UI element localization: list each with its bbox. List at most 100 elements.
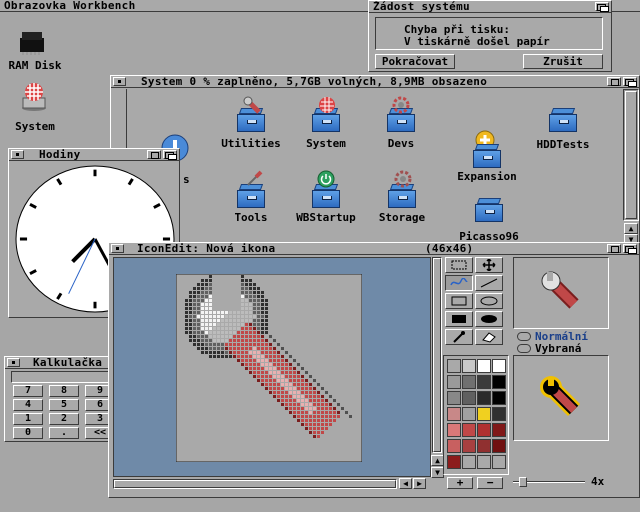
canvas-vertical-scrollbar[interactable] [432,257,442,453]
palette-swatch[interactable] [447,375,461,389]
close-gadget[interactable] [7,358,20,367]
depth-gadget[interactable] [623,77,637,87]
continue-button[interactable]: Pokračovat [375,54,455,69]
palette-swatch[interactable] [477,407,491,421]
system-window[interactable]: System 0 % zaplněno, 5,7GB volných, 8,9M… [110,75,640,247]
system-window-title-bar[interactable]: System 0 % zaplněno, 5,7GB volných, 8,9M… [111,76,639,88]
depth-gadget[interactable] [595,2,609,12]
desktop-icon-system[interactable]: System [2,82,68,133]
palette-swatch[interactable] [477,375,491,389]
cancel-button[interactable]: Zrušit [523,54,603,69]
palette-swatch[interactable] [492,375,506,389]
palette-swatch[interactable] [477,423,491,437]
scrollbar-knob[interactable] [433,258,441,452]
palette-swatch[interactable] [447,391,461,405]
zoom-gadget[interactable] [607,77,621,86]
calc-key[interactable]: 0 [13,427,43,439]
scroll-up-button[interactable]: ▲ [624,223,638,234]
selected-radio[interactable]: Vybraná [517,342,607,355]
depth-gadget[interactable] [163,150,177,160]
calc-key[interactable]: . [49,427,79,439]
palette-swatch[interactable] [462,439,476,453]
calc-key[interactable]: 2 [49,413,79,425]
system-request-window[interactable]: Žádost systému Chyba při tisku: V tiskár… [368,0,612,72]
palette-swatch[interactable] [492,439,506,453]
palette-swatch[interactable] [477,359,491,373]
vertical-scrollbar[interactable] [623,89,639,221]
tool-filled-rectangle[interactable] [445,311,473,327]
palette-swatch[interactable] [477,391,491,405]
normal-preview[interactable] [513,257,609,329]
tool-freehand[interactable] [445,275,473,291]
palette-swatch[interactable] [492,407,506,421]
tool-rectangle[interactable] [445,293,473,309]
slider-knob[interactable] [519,477,527,487]
canvas-horizontal-scrollbar[interactable] [113,479,397,489]
palette-swatch[interactable] [462,375,476,389]
tool-pipette[interactable] [445,329,473,345]
tool-move[interactable] [475,257,503,273]
clock-title-bar[interactable]: Hodiny [9,149,179,161]
scrollbar-knob[interactable] [625,91,637,219]
zoom-gadget[interactable] [607,244,621,253]
drawer-storage[interactable]: Storage [369,170,435,228]
drawer-expansion[interactable]: Expansion [447,128,527,186]
palette-swatch[interactable] [492,391,506,405]
icon-editing-canvas[interactable] [176,274,362,462]
palette-swatch[interactable] [462,391,476,405]
canvas-scroll-right-button[interactable]: ▶ [413,478,426,489]
canvas-pixel [201,279,204,282]
close-gadget[interactable] [11,150,24,159]
drawer-picasso96[interactable]: Picasso96 [451,192,527,244]
add-color-button[interactable]: + [447,477,473,489]
drawer-devs[interactable]: Devs [369,94,433,154]
palette-swatch[interactable] [462,359,476,373]
canvas-pixel [293,367,296,370]
desktop-icon-ram-disk[interactable]: RAM Disk [2,26,68,74]
request-title: Žádost systému [373,0,470,13]
palette-swatch[interactable] [447,407,461,421]
calc-key[interactable]: 7 [13,385,43,397]
scrollbar-knob[interactable] [114,480,396,488]
drawer-system[interactable]: System [291,94,361,154]
palette-swatch[interactable] [447,455,461,469]
zoom-gadget[interactable] [147,150,161,159]
tool-select-box[interactable] [445,257,473,273]
tool-line[interactable] [475,275,503,291]
tool-eraser[interactable] [475,329,503,345]
tool-ellipse[interactable] [475,293,503,309]
drawer-utilities[interactable]: Utilities [211,94,291,154]
calc-key[interactable]: 4 [13,399,43,411]
close-gadget[interactable] [113,77,126,86]
iconedit-window[interactable]: IconEdit: Nová ikona (46x46) ▲ ▼ ◀ ▶ + −… [108,242,640,498]
tool-filled-ellipse[interactable] [475,311,503,327]
canvas-pixel [201,315,204,318]
palette-swatch[interactable] [447,439,461,453]
palette-swatch[interactable] [447,423,461,437]
drawer-wbstartup[interactable]: WBStartup [287,170,365,228]
request-title-bar[interactable]: Žádost systému [369,1,611,13]
remove-color-button[interactable]: − [477,477,503,489]
palette-swatch[interactable] [462,407,476,421]
palette-swatch[interactable] [447,359,461,373]
drawer-tools[interactable]: Tools [219,170,283,228]
drawer-hddtests[interactable]: HDDTests [527,94,599,154]
palette-swatch[interactable] [462,455,476,469]
selected-preview[interactable] [513,355,609,441]
close-gadget[interactable] [111,244,124,253]
calc-key[interactable]: 8 [49,385,79,397]
iconedit-title-bar[interactable]: IconEdit: Nová ikona (46x46) [109,243,639,255]
palette-swatch[interactable] [462,423,476,437]
calc-key[interactable]: 5 [49,399,79,411]
calc-key[interactable]: 1 [13,413,43,425]
palette-swatch[interactable] [477,439,491,453]
color-palette[interactable] [443,355,509,475]
palette-swatch[interactable] [492,455,506,469]
palette-swatch[interactable] [477,455,491,469]
canvas-area[interactable] [113,257,431,477]
canvas-scroll-left-button[interactable]: ◀ [399,478,412,489]
palette-swatch[interactable] [492,423,506,437]
depth-gadget[interactable] [623,244,637,254]
zoom-slider[interactable] [513,477,585,487]
palette-swatch[interactable] [492,359,506,373]
